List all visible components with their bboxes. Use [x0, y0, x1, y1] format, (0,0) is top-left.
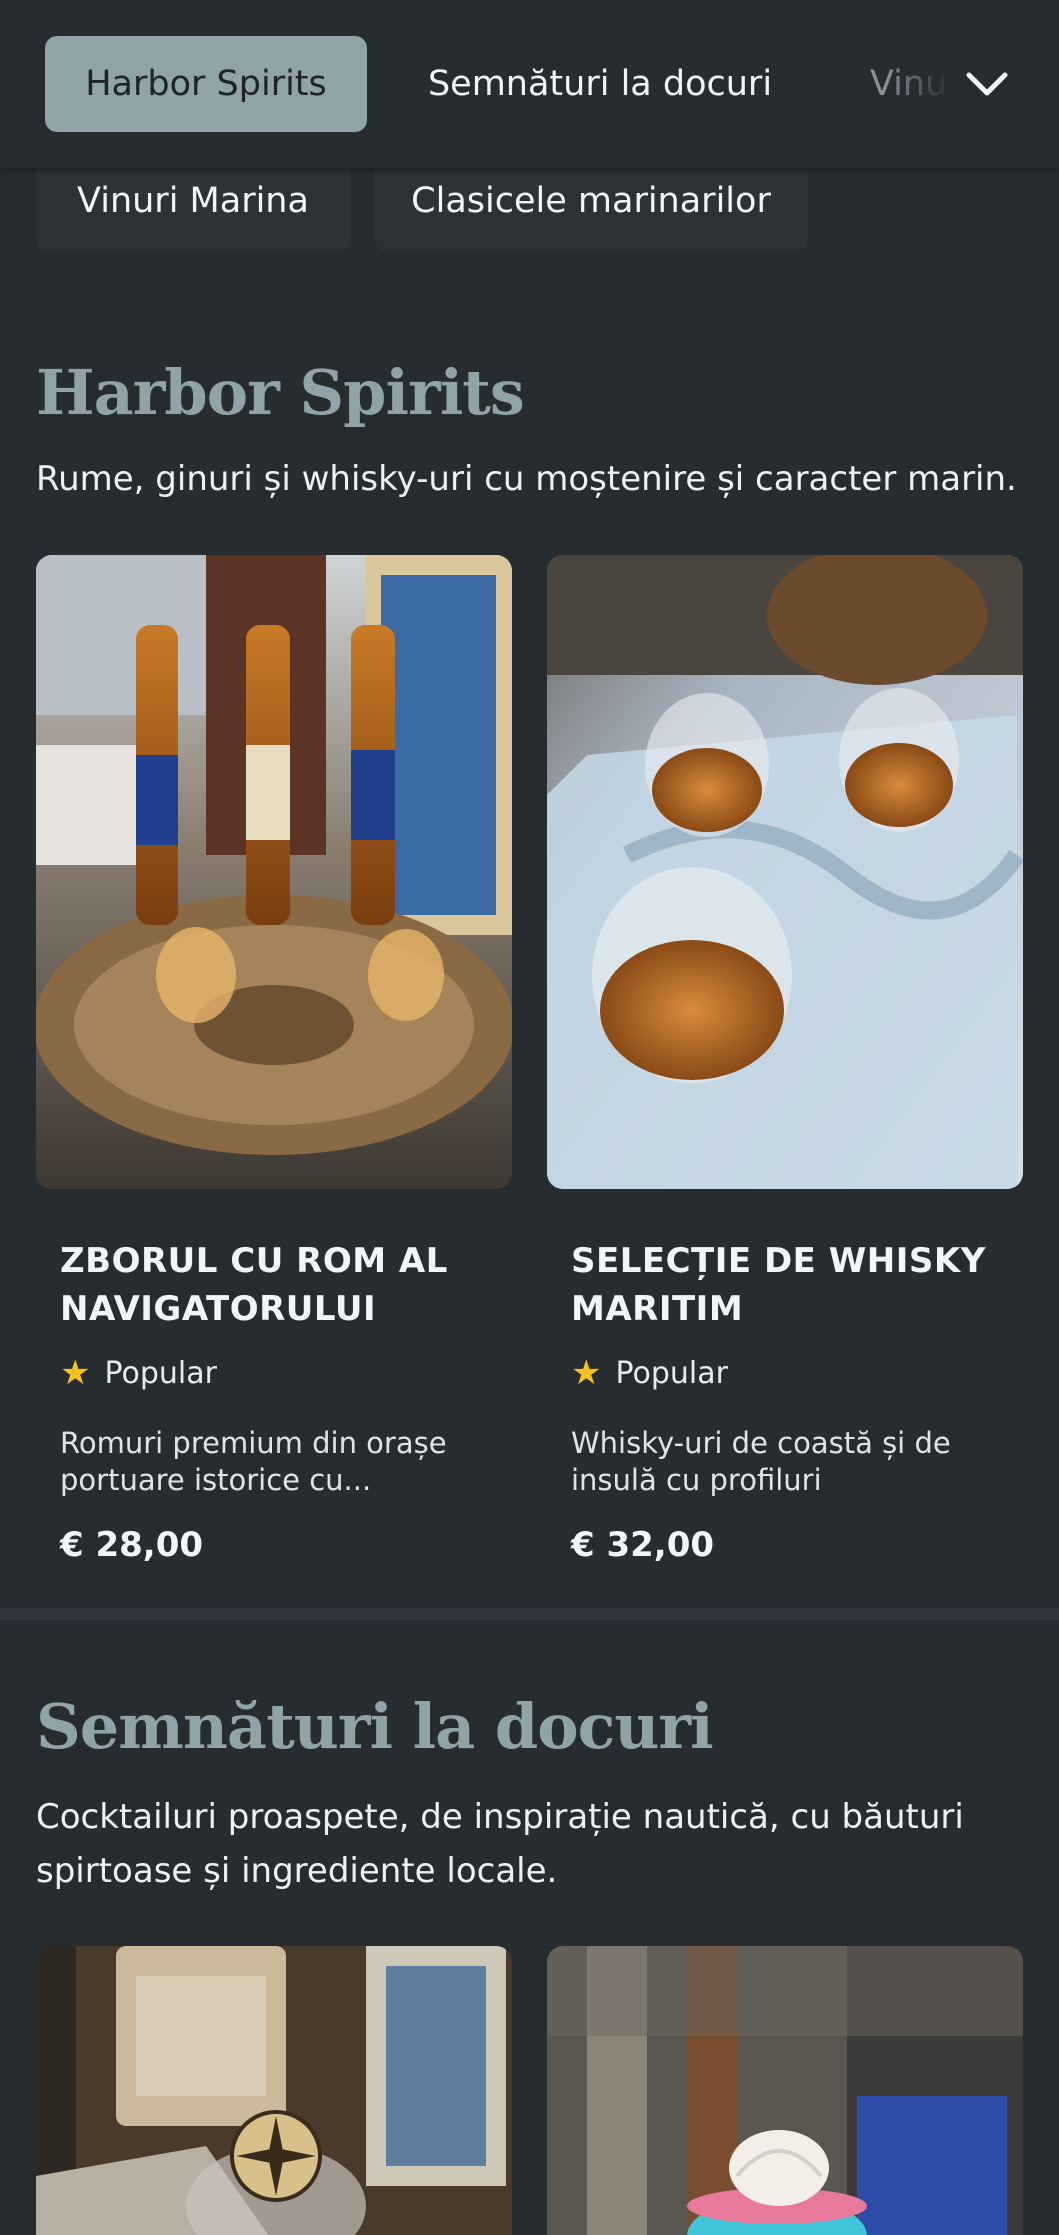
- star-icon: ★: [60, 1353, 91, 1393]
- section-title: Semnături la docuri: [36, 1690, 714, 1763]
- popular-badge: ★ Popular: [60, 1353, 488, 1393]
- star-icon: ★: [571, 1353, 602, 1393]
- expand-categories-button[interactable]: [955, 52, 1019, 116]
- popular-badge: ★ Popular: [571, 1353, 999, 1393]
- item-description: Romuri premium din orașe portuare istori…: [60, 1426, 447, 1497]
- tab-semnaturi-la-docuri[interactable]: Semnături la docuri: [420, 36, 780, 132]
- rum-flight-photo: [36, 555, 512, 1189]
- item-description: Whisky-uri de coastă și de insulă cu pro…: [571, 1426, 951, 1497]
- section-description: Rume, ginuri și whisky-uri cu moștenire …: [36, 459, 1017, 499]
- item-price: € 28,00: [60, 1525, 204, 1565]
- seashell-cocktail-photo: [547, 1946, 1023, 2235]
- tab-vinuri-marina[interactable]: Vinuri Marina: [870, 36, 950, 132]
- item-name: SELECȚIE DE WHISKY MARITIM: [571, 1241, 986, 1329]
- compass-cocktail-photo: [36, 1946, 512, 2235]
- item-name: ZBORUL CU ROM AL NAVIGATORULUI: [60, 1241, 448, 1329]
- menu-item-card[interactable]: [36, 1946, 512, 2235]
- section-title: Harbor Spirits: [36, 356, 525, 429]
- tab-harbor-spirits[interactable]: Harbor Spirits: [45, 36, 367, 132]
- item-price: € 32,00: [571, 1525, 715, 1565]
- popular-label: Popular: [104, 1355, 217, 1391]
- category-nav: Harbor Spirits Semnături la docuri Vinur…: [0, 0, 1059, 168]
- whisky-selection-photo: [547, 555, 1023, 1189]
- chevron-down-icon: [966, 72, 1008, 96]
- menu-item-card[interactable]: SELECȚIE DE WHISKY MARITIM ★ Popular Whi…: [547, 555, 1023, 1565]
- menu-item-card[interactable]: ZBORUL CU ROM AL NAVIGATORULUI ★ Popular…: [36, 555, 512, 1565]
- popular-label: Popular: [615, 1355, 728, 1391]
- section-description: Cocktailuri proaspete, de inspirație nau…: [36, 1797, 964, 1891]
- menu-item-card[interactable]: [547, 1946, 1023, 2235]
- section-divider: [0, 1608, 1059, 1620]
